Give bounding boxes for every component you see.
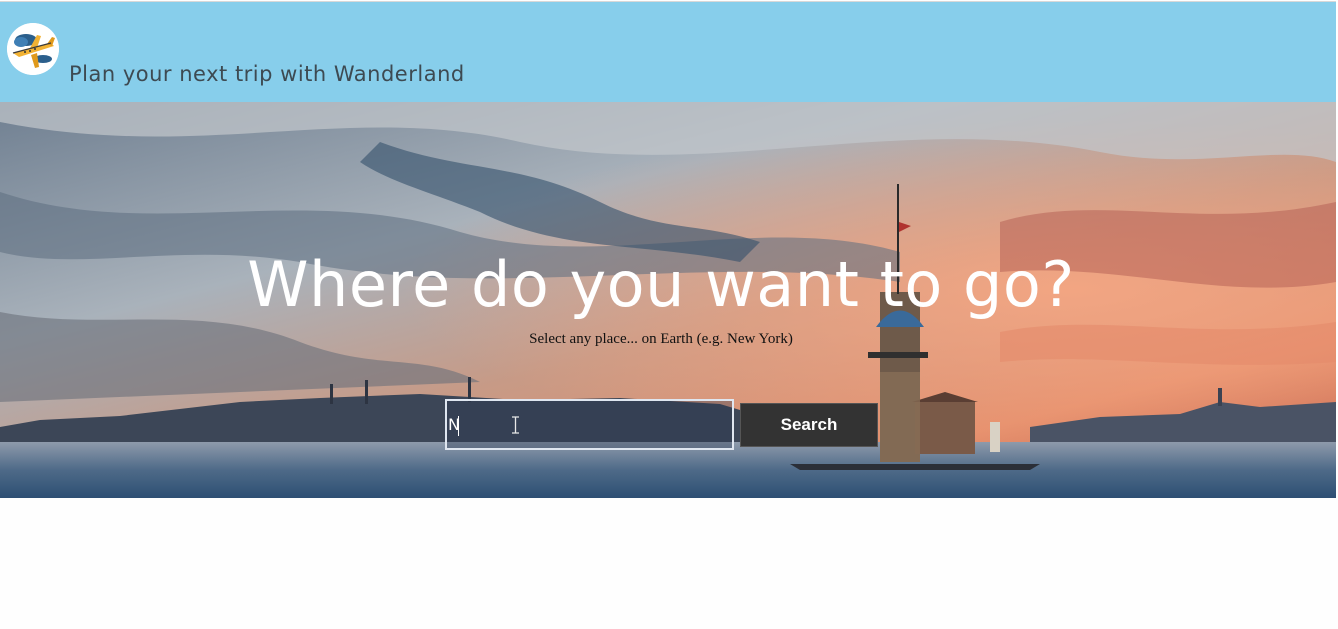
search-button[interactable]: Search bbox=[740, 403, 878, 447]
hero-headline: Where do you want to go? bbox=[247, 248, 1075, 321]
destination-search-input[interactable] bbox=[445, 399, 734, 450]
hero-subtext: Select any place... on Earth (e.g. New Y… bbox=[529, 331, 793, 347]
airplane-logo-icon[interactable] bbox=[7, 23, 59, 75]
hero-banner: Where do you want to go? Select any plac… bbox=[0, 102, 1336, 498]
text-caret bbox=[458, 416, 459, 436]
site-tagline: Plan your next trip with Wanderland bbox=[69, 62, 465, 86]
site-header: Plan your next trip with Wanderland bbox=[0, 1, 1336, 102]
ibeam-cursor-icon bbox=[512, 416, 519, 434]
